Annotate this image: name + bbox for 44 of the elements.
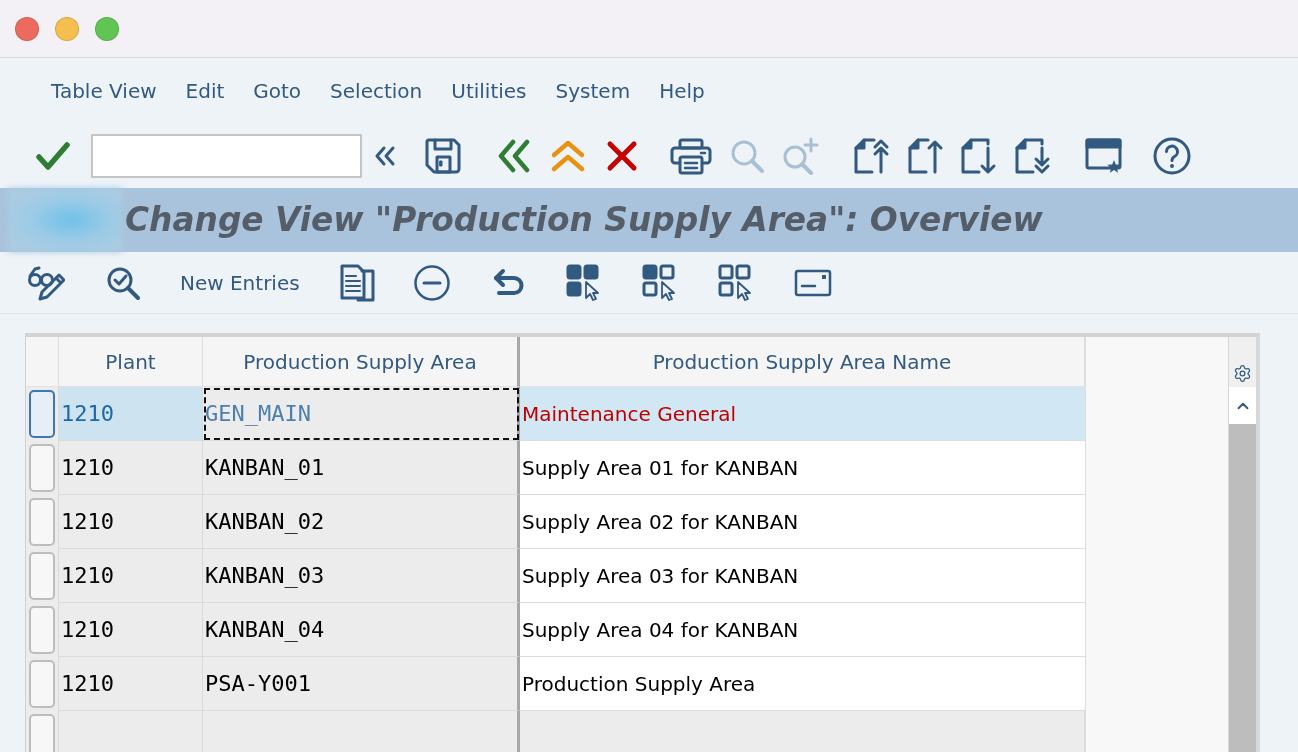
settings-icon[interactable]	[1233, 364, 1252, 383]
command-field[interactable]	[91, 133, 362, 178]
printer-icon[interactable]	[670, 136, 712, 175]
plant-cell: 1210	[59, 495, 203, 549]
menu-item[interactable]: Help	[659, 78, 705, 103]
name-input-field[interactable]: Supply Area 04 for KANBAN	[520, 603, 1085, 657]
supply-area-cell: GEN_MAIN	[203, 387, 520, 441]
name-input-field[interactable]: Production Supply Area	[520, 657, 1085, 711]
column-header: Plant	[59, 337, 203, 387]
menu-item[interactable]: System	[555, 78, 631, 103]
scrollbar-thumb[interactable]	[1229, 424, 1256, 752]
name-input-field[interactable]: Supply Area 02 for KANBAN	[520, 495, 1085, 549]
menu-item[interactable]: Utilities	[451, 78, 527, 103]
name-input-field[interactable]: Maintenance General	[520, 387, 1085, 441]
help-icon[interactable]	[1152, 135, 1192, 176]
menu-item[interactable]: Goto	[253, 78, 302, 103]
page-title: Change View "Production Supply Area": Overview	[125, 201, 1043, 239]
save-icon[interactable]	[424, 136, 462, 175]
double-chevron-left-icon[interactable]	[496, 137, 532, 174]
plant-cell: 1210	[59, 603, 203, 657]
name-input-field[interactable]: Supply Area 01 for KANBAN	[520, 441, 1085, 495]
minus-circle-icon[interactable]	[412, 263, 451, 302]
menu-item[interactable]: Edit	[185, 78, 225, 103]
column-header: Production Supply Area	[203, 337, 520, 387]
supply-area-cell: KANBAN_01	[203, 441, 520, 495]
plant-cell: 1210	[59, 657, 203, 711]
close-icon[interactable]	[15, 16, 39, 41]
column-header: Production Supply Area Name	[520, 337, 1085, 387]
checkmark-icon[interactable]	[35, 139, 71, 172]
menu-item[interactable]: Selection	[330, 78, 423, 103]
plant-cell: 1210	[59, 441, 203, 495]
cancel-icon[interactable]	[605, 138, 639, 173]
supply-area-cell: KANBAN_03	[203, 549, 520, 603]
name-input-field[interactable]: Supply Area 03 for KANBAN	[520, 549, 1085, 603]
supply-area-cell: KANBAN_04	[203, 603, 520, 657]
menu-item[interactable]: Table View	[51, 78, 157, 103]
row-selector[interactable]	[29, 390, 55, 438]
window-star-icon[interactable]	[1085, 136, 1123, 175]
scroll-up-button[interactable]	[1229, 387, 1256, 424]
plant-cell: 1210	[59, 387, 203, 441]
supply-area-cell: PSA-Y001	[203, 657, 520, 711]
plant-cell: 1210	[59, 549, 203, 603]
supply-area-cell: KANBAN_02	[203, 495, 520, 549]
new-entries-button[interactable]: New Entries	[180, 270, 300, 295]
